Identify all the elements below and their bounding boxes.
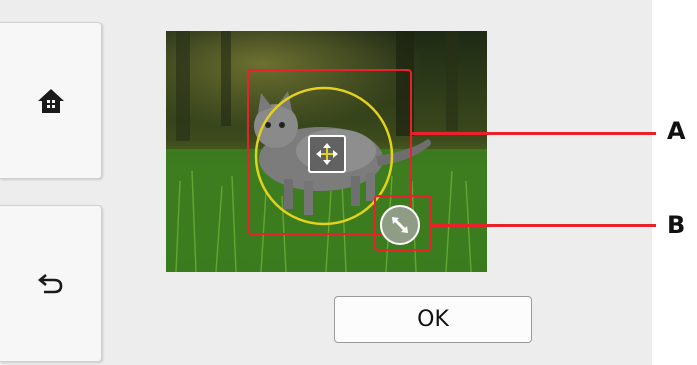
move-handle[interactable] <box>308 135 346 173</box>
callout-line-b <box>432 224 656 227</box>
printer-touch-screen: OK <box>0 0 652 365</box>
callout-line-a <box>412 132 656 135</box>
ok-button[interactable]: OK <box>334 296 532 343</box>
home-button[interactable] <box>0 22 102 179</box>
resize-icon <box>392 217 408 233</box>
resize-handle[interactable] <box>380 205 420 245</box>
back-button[interactable] <box>0 205 102 362</box>
callout-label-b: B <box>667 211 686 239</box>
ok-button-label: OK <box>417 307 449 332</box>
back-arrow-icon <box>37 273 62 293</box>
move-icon <box>316 143 338 165</box>
callout-label-a: A <box>667 117 686 145</box>
home-icon <box>37 88 64 113</box>
